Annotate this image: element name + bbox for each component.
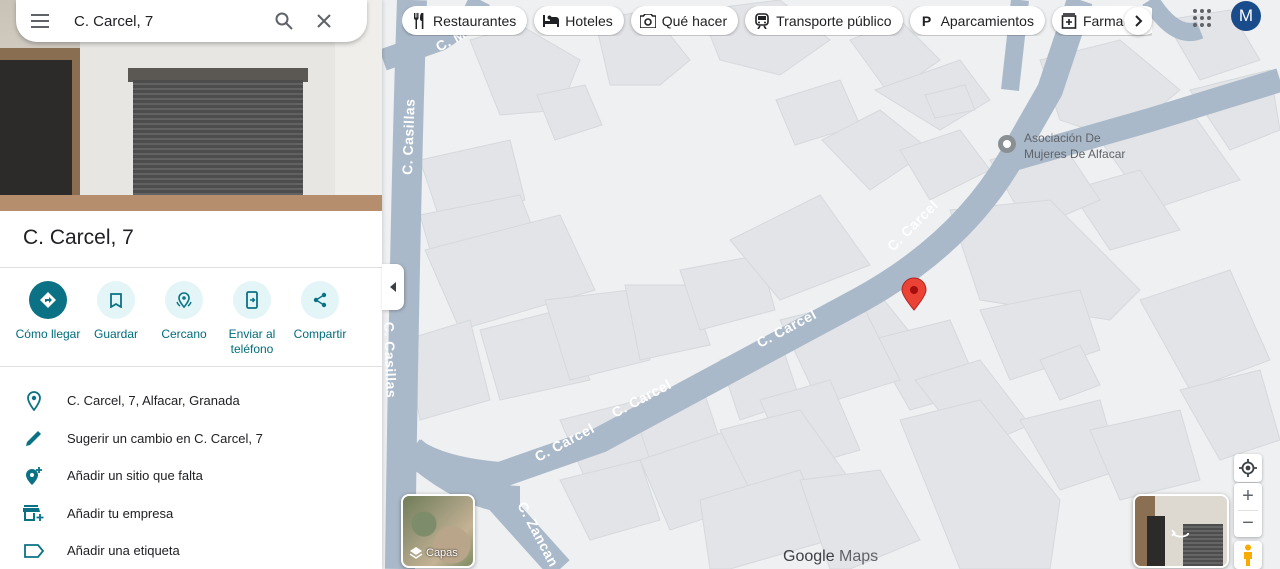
search-input[interactable] <box>64 6 264 36</box>
place-marker-icon <box>901 277 927 311</box>
camera-icon <box>639 13 656 29</box>
chips-next-button[interactable] <box>1124 7 1152 35</box>
apps-grid-icon[interactable] <box>1190 6 1214 30</box>
add-label-text: Añadir una etiqueta <box>67 543 180 559</box>
share-button[interactable]: Compartir <box>286 281 354 357</box>
chip-label: Restaurantes <box>433 12 517 29</box>
send-to-phone-label: Enviar al teléfono <box>228 327 276 356</box>
divider <box>0 267 382 268</box>
google-maps-logo: Google Maps <box>783 548 878 566</box>
directions-icon <box>40 292 56 308</box>
poi-label-line2: Mujeres De Alfacar <box>1024 147 1125 161</box>
add-business-icon <box>22 501 46 525</box>
divider <box>0 366 382 367</box>
street-view-thumbnail[interactable] <box>1133 494 1229 568</box>
rotate-360-icon <box>1171 529 1190 538</box>
suggest-edit-text: Sugerir un cambio en C. Carcel, 7 <box>67 430 263 446</box>
search-icon <box>275 12 293 30</box>
directions-button[interactable]: Cómo llegar <box>14 281 82 357</box>
zoom-out-button[interactable]: − <box>1234 511 1262 538</box>
menu-icon[interactable] <box>16 0 64 42</box>
nearby-label: Cercano <box>161 327 207 341</box>
label-tag-icon <box>22 539 46 563</box>
place-title: C. Carcel, 7 <box>23 226 134 249</box>
chip-label: Hoteles <box>565 12 613 29</box>
add-missing-place-text: Añadir un sitio que falta <box>67 468 203 484</box>
maps-app: C. M C. Casillas C. Casillas C. Carcel C… <box>0 0 1280 569</box>
add-missing-place-row[interactable]: Añadir un sitio que falta <box>0 457 382 495</box>
suggest-edit-row[interactable]: Sugerir un cambio en C. Carcel, 7 <box>0 420 382 458</box>
send-to-phone-button[interactable]: Enviar al teléfono <box>218 281 286 357</box>
street-label-c-casillas-top: C. Casillas <box>399 98 418 175</box>
zoom-control: + − <box>1234 483 1262 537</box>
parking-icon: P <box>921 12 932 29</box>
layers-button[interactable]: Capas <box>401 494 475 568</box>
collapse-panel-button[interactable] <box>382 264 404 310</box>
close-icon <box>317 14 331 28</box>
search-box <box>16 0 367 42</box>
chip-hoteles[interactable]: Hoteles <box>534 6 624 35</box>
layers-icon <box>409 547 423 559</box>
zoom-in-button[interactable]: + <box>1234 483 1262 510</box>
action-buttons: Cómo llegar Guardar Cercano Enviar al te… <box>14 281 364 357</box>
directions-label: Cómo llegar <box>15 327 81 341</box>
logo-maps: Maps <box>839 548 879 565</box>
account-avatar[interactable]: M <box>1231 1 1261 31</box>
add-location-icon <box>22 464 46 488</box>
chip-que-hacer[interactable]: Qué hacer <box>630 6 739 35</box>
building-block <box>536 84 603 141</box>
chip-label: Aparcamientos <box>940 12 1034 29</box>
add-label-row[interactable]: Añadir una etiqueta <box>0 532 382 569</box>
layers-label: Capas <box>426 547 458 559</box>
pegman-button[interactable] <box>1234 541 1262 569</box>
add-business-row[interactable]: Añadir tu empresa <box>0 495 382 533</box>
share-icon <box>313 292 327 308</box>
pharmacy-icon <box>1061 12 1077 29</box>
bed-icon <box>543 13 560 29</box>
address-row[interactable]: C. Carcel, 7, Alfacar, Granada <box>0 382 382 420</box>
location-pin-icon <box>22 389 46 413</box>
bookmark-icon <box>110 292 122 308</box>
fork-knife-icon <box>411 12 427 29</box>
add-business-text: Añadir tu empresa <box>67 505 174 521</box>
my-location-button[interactable] <box>1234 454 1262 482</box>
info-rows: C. Carcel, 7, Alfacar, Granada Sugerir u… <box>0 382 382 569</box>
nearby-icon <box>176 292 192 309</box>
caret-left-icon <box>390 282 396 292</box>
logo-google: Google <box>783 548 835 565</box>
chip-aparcamientos[interactable]: P Aparcamientos <box>909 6 1045 35</box>
category-chips: Restaurantes Hoteles Qué hacer Transport… <box>402 6 1152 36</box>
close-button[interactable] <box>304 1 344 41</box>
pencil-icon <box>22 426 46 450</box>
chip-label: Transporte público <box>776 12 892 29</box>
poi-label-line1: Asociación De <box>1024 131 1101 145</box>
chevron-right-icon <box>1135 15 1143 27</box>
street-label-c-casillas-bottom: C. Casillas <box>381 322 400 399</box>
save-label: Guardar <box>93 327 139 341</box>
chip-label: Qué hacer <box>661 12 728 29</box>
share-label: Compartir <box>293 327 347 341</box>
pegman-icon <box>1244 544 1252 566</box>
train-icon <box>754 12 770 29</box>
phone-icon <box>246 291 258 309</box>
search-button[interactable] <box>264 1 304 41</box>
nearby-button[interactable]: Cercano <box>150 281 218 357</box>
chip-transporte-publico[interactable]: Transporte público <box>745 6 903 35</box>
address-text: C. Carcel, 7, Alfacar, Granada <box>67 393 240 409</box>
save-button[interactable]: Guardar <box>82 281 150 357</box>
place-panel: C. Carcel, 7 Cómo llegar Guardar Cercano <box>0 0 382 569</box>
chip-restaurantes[interactable]: Restaurantes <box>402 6 528 35</box>
my-location-icon <box>1239 459 1257 477</box>
